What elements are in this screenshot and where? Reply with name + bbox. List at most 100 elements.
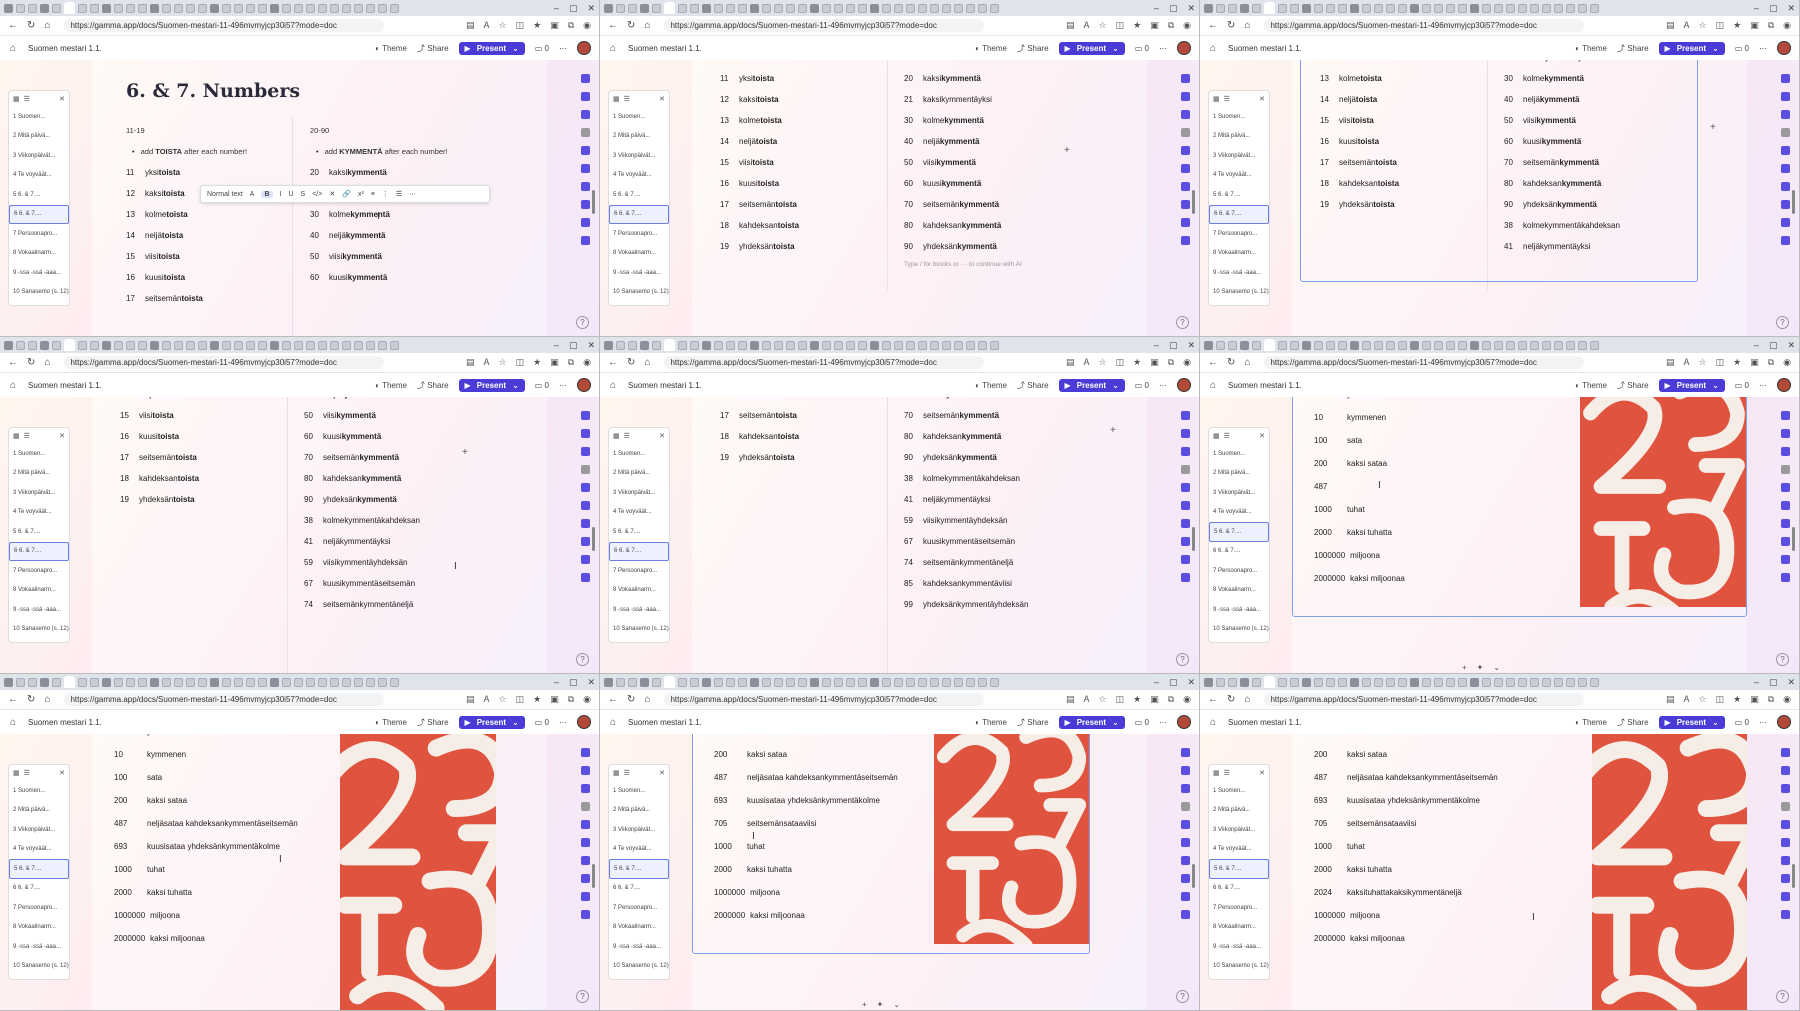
browser-tab[interactable] xyxy=(690,340,699,350)
browser-tab[interactable] xyxy=(930,677,939,687)
outline-item[interactable]: 3 Viikonpäivät... xyxy=(9,820,69,840)
browser-tab[interactable] xyxy=(1374,677,1383,687)
translate-icon[interactable]: A xyxy=(1684,357,1690,368)
browser-tab[interactable] xyxy=(652,677,661,687)
browser-tab[interactable] xyxy=(1362,3,1371,13)
browser-tab[interactable] xyxy=(90,3,99,13)
browser-tab[interactable] xyxy=(1302,3,1311,13)
list-icon[interactable] xyxy=(580,236,590,245)
browser-tab[interactable] xyxy=(714,677,723,687)
outline-item[interactable]: 5 6. & 7.... xyxy=(9,185,69,205)
help-button[interactable]: ? xyxy=(1776,653,1789,666)
number-row[interactable]: 2000000 kaksi miljoonaa xyxy=(1314,934,1405,943)
browser-tab[interactable] xyxy=(174,340,183,350)
reload-icon[interactable]: ↻ xyxy=(627,694,635,705)
browser-tab[interactable] xyxy=(954,340,963,350)
chevron-down-icon[interactable]: ⌄ xyxy=(1112,44,1119,53)
add-block-button[interactable]: + xyxy=(1064,145,1070,156)
chart-icon[interactable] xyxy=(580,874,590,883)
window-controls[interactable]: – ▢ ✕ xyxy=(554,3,595,14)
outline-item[interactable]: 6 6. & 7.... xyxy=(9,541,69,561)
browser-tab[interactable] xyxy=(1578,340,1587,350)
browser-tab[interactable] xyxy=(1422,677,1431,687)
slide-card[interactable]: 12kaksitoista13kolmetoista14neljätoista1… xyxy=(1292,60,1747,336)
browser-tab[interactable] xyxy=(870,340,879,350)
favorites-icon[interactable]: ★ xyxy=(533,694,541,705)
browser-tab[interactable] xyxy=(750,3,759,13)
browser-tab[interactable] xyxy=(954,3,963,13)
browser-tab-bar[interactable]: – ▢ ✕ xyxy=(1200,674,1799,690)
outline-item[interactable]: 1 Suomen... xyxy=(609,107,669,127)
grid-view-icon[interactable]: ▦ xyxy=(13,769,20,777)
instruction-bullet[interactable]: add TOISTA after each number! xyxy=(722,60,837,62)
card-icon[interactable] xyxy=(580,766,590,775)
window-controls[interactable]: – ▢ ✕ xyxy=(1754,3,1795,14)
scrollbar[interactable] xyxy=(1192,864,1195,888)
doc-title[interactable]: Suomen mestari 1.1. xyxy=(1228,44,1302,53)
browser-tab[interactable] xyxy=(750,340,759,350)
doc-title[interactable]: Suomen mestari 1.1. xyxy=(28,44,102,53)
number-row[interactable]: 70 seitsemän kymmentä xyxy=(904,200,999,209)
layout-icon[interactable] xyxy=(580,447,590,456)
theme-button[interactable]: ◐ Theme xyxy=(1575,44,1607,53)
browser-tab[interactable] xyxy=(870,3,879,13)
list-icon[interactable] xyxy=(1780,236,1790,245)
browser-tab[interactable] xyxy=(1458,340,1467,350)
browser-tab[interactable] xyxy=(810,340,819,350)
browser-tab[interactable] xyxy=(810,677,819,687)
browser-tab[interactable] xyxy=(690,677,699,687)
browser-tab[interactable] xyxy=(234,677,243,687)
close-icon[interactable]: ✕ xyxy=(587,3,595,14)
translate-icon[interactable]: A xyxy=(484,20,490,31)
translate-icon[interactable]: A xyxy=(1684,694,1690,705)
url-field[interactable]: https://gamma.app/docs/Suomen-mestari-11… xyxy=(1264,693,1585,706)
outline-item[interactable]: 2 Mitä päivä... xyxy=(9,127,69,147)
browser-tab[interactable] xyxy=(294,3,303,13)
number-row[interactable]: 21 kaksikymmentäyksi xyxy=(904,95,992,104)
outline-item[interactable]: 10 Sanasemo (s. 12) xyxy=(9,957,69,977)
browser-tab[interactable] xyxy=(1264,2,1275,14)
add-card-icon[interactable]: + xyxy=(862,1000,867,1009)
browser-tab[interactable] xyxy=(378,3,387,13)
layout-icon[interactable] xyxy=(1180,447,1190,456)
help-button[interactable]: ? xyxy=(1176,990,1189,1003)
number-row[interactable]: 59 viisikymmentäyhdeksän xyxy=(904,516,1007,525)
browser-tab[interactable] xyxy=(786,3,795,13)
browser-tab[interactable] xyxy=(162,677,171,687)
embed-icon[interactable] xyxy=(1180,501,1190,510)
outline-item[interactable]: 9 -ssa -ssä -aaa... xyxy=(1209,263,1269,283)
pen-icon[interactable] xyxy=(1780,555,1790,564)
browser-tab[interactable] xyxy=(1338,3,1347,13)
browser-tab[interactable] xyxy=(138,3,147,13)
outline-item[interactable]: 1 Suomen... xyxy=(609,781,669,801)
close-icon[interactable]: ✕ xyxy=(1787,677,1795,688)
browser-tab[interactable] xyxy=(966,3,975,13)
chevron-down-icon[interactable]: ⌄ xyxy=(1112,718,1119,727)
browser-tab[interactable] xyxy=(628,3,637,13)
slide-card[interactable]: add TOISTA after each number!add KYMMENT… xyxy=(692,60,1147,336)
browser-tab[interactable] xyxy=(1398,3,1407,13)
outline-item[interactable]: 9 -ssa -ssä -aaa... xyxy=(609,263,669,283)
browser-tab[interactable] xyxy=(616,3,625,13)
reader-icon[interactable]: ▤ xyxy=(1066,357,1075,368)
outline-item[interactable]: 4 Te voyväät... xyxy=(9,166,69,186)
browser-tab[interactable] xyxy=(4,340,13,350)
text-icon[interactable] xyxy=(580,802,590,811)
minimize-icon[interactable]: – xyxy=(554,340,559,351)
avatar[interactable] xyxy=(577,715,591,729)
browser-tab[interactable] xyxy=(834,3,843,13)
bold-button[interactable]: B xyxy=(261,190,273,198)
scrollbar[interactable] xyxy=(1792,190,1795,214)
chart-icon[interactable] xyxy=(580,200,590,209)
list-icon[interactable] xyxy=(1780,573,1790,582)
list-view-icon[interactable]: ☰ xyxy=(24,432,30,440)
browser-tab[interactable] xyxy=(1264,339,1275,351)
browser-tab[interactable] xyxy=(198,3,207,13)
browser-tab[interactable] xyxy=(822,340,831,350)
browser-tab[interactable] xyxy=(738,340,747,350)
outline-item[interactable]: 6 6. & 7.... xyxy=(609,541,669,561)
text-icon[interactable] xyxy=(1780,802,1790,811)
chevron-down-icon[interactable]: ⌄ xyxy=(1493,663,1500,672)
pen-icon[interactable] xyxy=(1180,892,1190,901)
browser-tab[interactable] xyxy=(774,677,783,687)
